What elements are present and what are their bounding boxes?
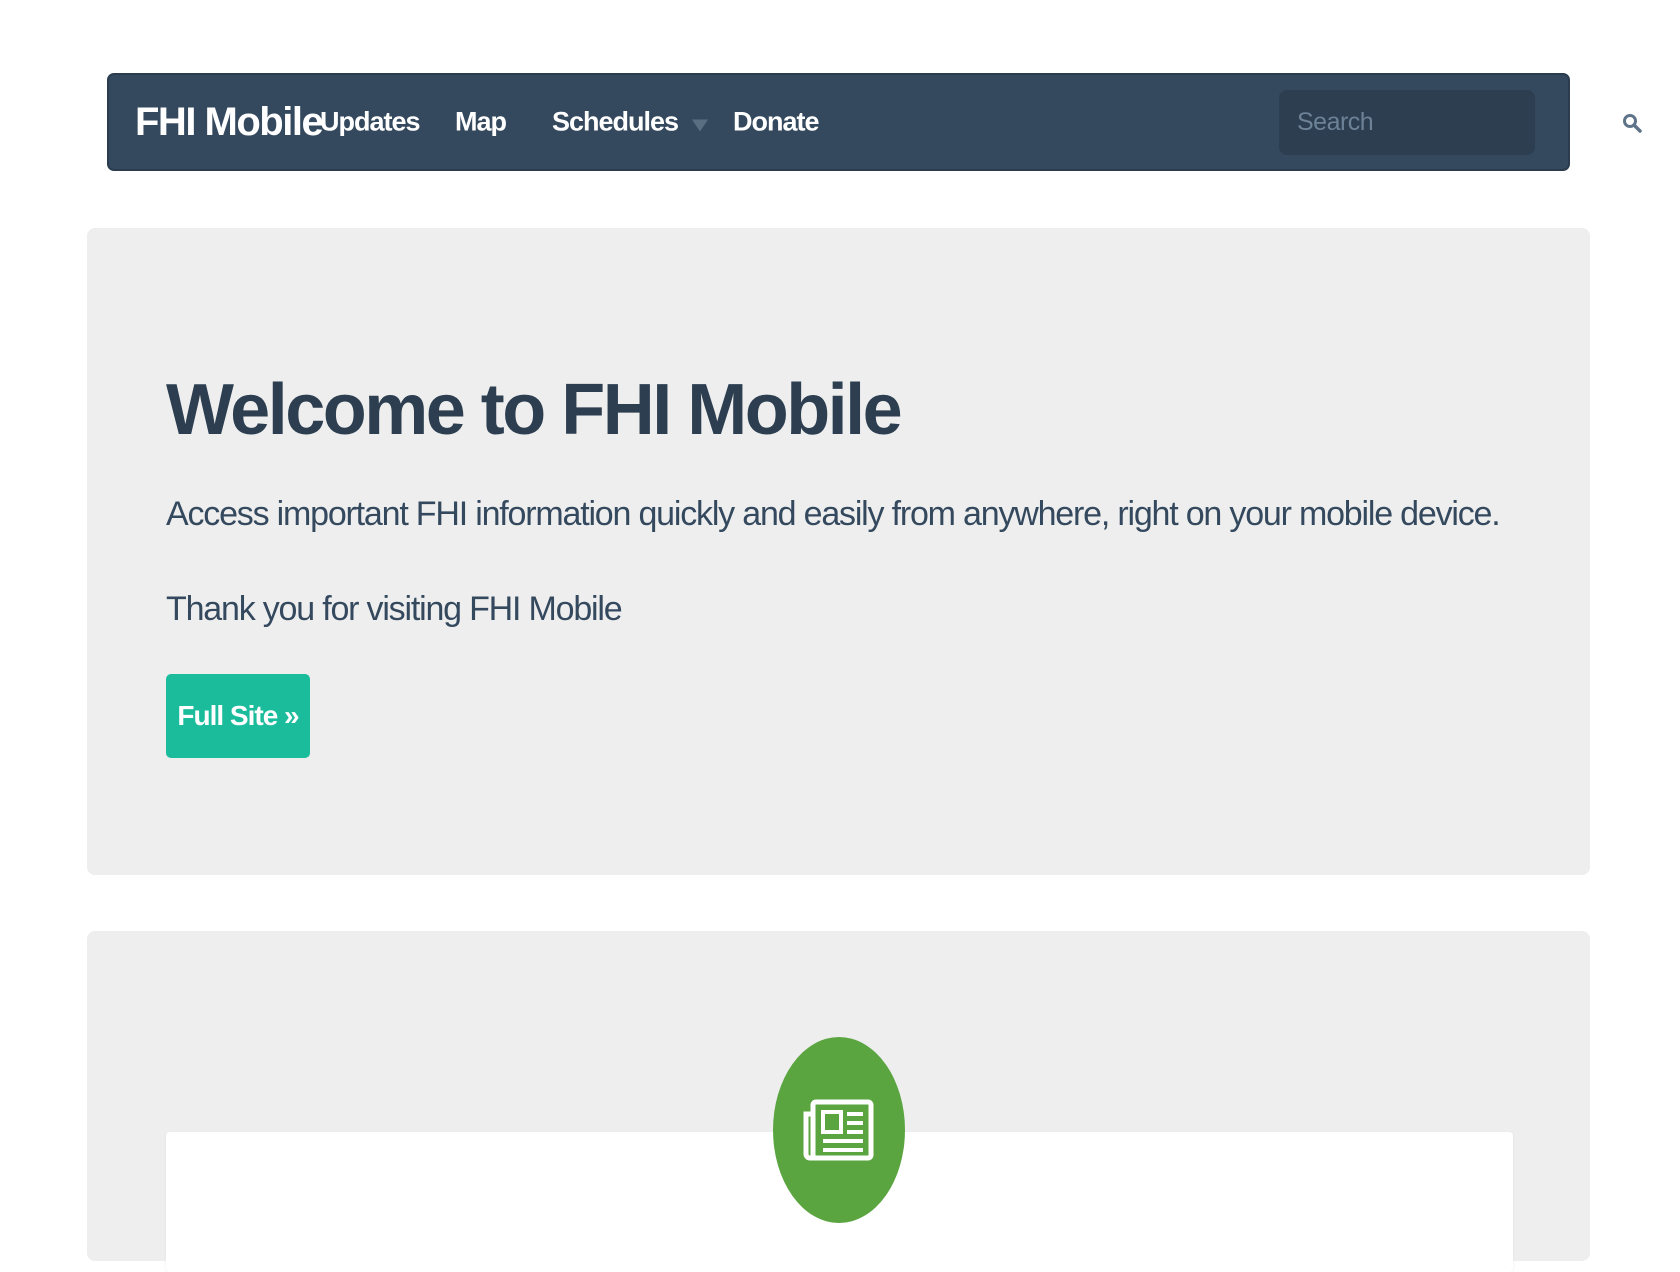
search-box <box>1279 90 1642 155</box>
nav-schedules-dropdown[interactable]: Schedules <box>552 106 709 138</box>
newspaper-icon <box>803 1099 874 1161</box>
updates-panel <box>87 931 1590 1272</box>
top-navbar: FHI Mobile Updates Map Schedules Donate <box>107 73 1642 171</box>
search-icon[interactable] <box>1621 112 1643 134</box>
nav-updates-label: Updates <box>320 106 421 137</box>
hero-lead-text: Access important FHI information quickly… <box>166 495 1501 533</box>
page-title: Welcome to FHI Mobile <box>166 370 903 450</box>
nav-updates[interactable]: Updates <box>320 106 421 138</box>
nav-schedules-label: Schedules <box>552 106 679 137</box>
nav-map-label: Map <box>455 106 507 137</box>
newspaper-badge <box>773 1037 905 1223</box>
hero-thanks-text: Thank you for visiting FHI Mobile <box>166 590 623 628</box>
brand-logo[interactable]: FHI Mobile <box>135 100 324 145</box>
hero-jumbotron: Welcome to FHI Mobile Access important F… <box>87 228 1590 875</box>
nav-donate-label: Donate <box>733 106 820 137</box>
nav-donate[interactable]: Donate <box>733 106 820 138</box>
caret-down-icon <box>692 119 709 131</box>
full-site-button[interactable]: Full Site » <box>166 674 310 758</box>
search-input[interactable] <box>1295 107 1621 138</box>
nav-map[interactable]: Map <box>455 106 507 138</box>
